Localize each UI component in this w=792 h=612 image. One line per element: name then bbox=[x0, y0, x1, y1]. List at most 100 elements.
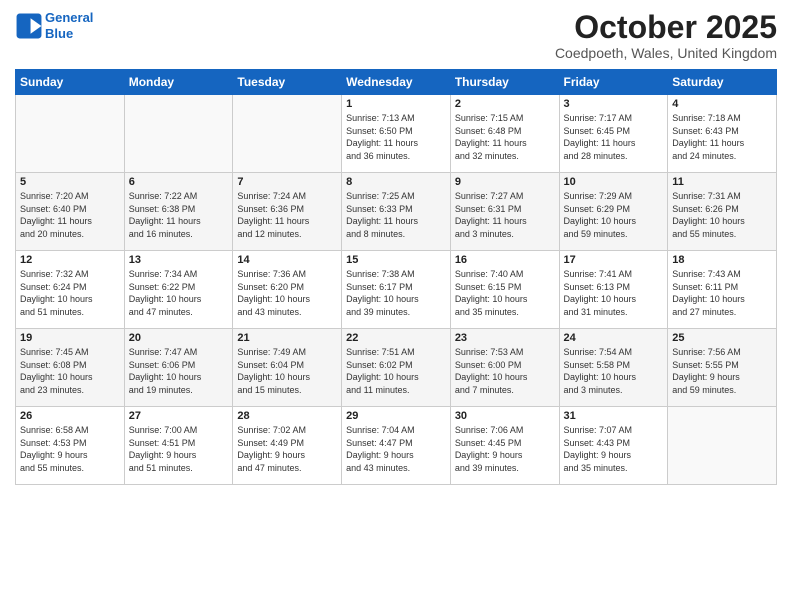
calendar-body: 1 Sunrise: 7:13 AM Sunset: 6:50 PM Daylig… bbox=[16, 95, 777, 485]
calendar-cell: 7Sunrise: 7:24 AM Sunset: 6:36 PM Daylig… bbox=[233, 173, 342, 251]
calendar-cell: 28Sunrise: 7:02 AM Sunset: 4:49 PM Dayli… bbox=[233, 407, 342, 485]
day-info: Sunrise: 7:13 AM Sunset: 6:50 PM Dayligh… bbox=[346, 112, 446, 162]
day-number: 12 bbox=[20, 254, 120, 266]
calendar-cell: 26 Sunrise: 6:58 AM Sunset: 4:53 PM Dayli… bbox=[16, 407, 125, 485]
day-number: 28 bbox=[237, 410, 337, 422]
day-info: Sunrise: 7:41 AM Sunset: 6:13 PM Dayligh… bbox=[564, 268, 664, 318]
day-info: Sunrise: 7:43 AM Sunset: 6:11 PM Dayligh… bbox=[672, 268, 772, 318]
calendar-cell: 23 Sunrise: 7:53 AM Sunset: 6:00 PM Dayli… bbox=[450, 329, 559, 407]
calendar-cell: 4 Sunrise: 7:18 AM Sunset: 6:43 PM Daylig… bbox=[668, 95, 777, 173]
day-number: 9 bbox=[455, 176, 555, 188]
day-info: Sunrise: 7:49 AM Sunset: 6:04 PM Dayligh… bbox=[237, 346, 337, 396]
logo: General Blue bbox=[15, 10, 93, 41]
calendar-week-0: 1 Sunrise: 7:13 AM Sunset: 6:50 PM Daylig… bbox=[16, 95, 777, 173]
day-number: 25 bbox=[672, 332, 772, 344]
header-row: Sunday Monday Tuesday Wednesday Thursday… bbox=[16, 70, 777, 95]
day-info: Sunrise: 7:04 AM Sunset: 4:47 PM Dayligh… bbox=[346, 424, 446, 474]
header-friday: Friday bbox=[559, 70, 668, 95]
calendar-cell: 5Sunrise: 7:20 AM Sunset: 6:40 PM Daylig… bbox=[16, 173, 125, 251]
calendar-cell: 30 Sunrise: 7:06 AM Sunset: 4:45 PM Dayli… bbox=[450, 407, 559, 485]
calendar-cell: 11Sunrise: 7:31 AM Sunset: 6:26 PM Dayli… bbox=[668, 173, 777, 251]
calendar-cell: 20Sunrise: 7:47 AM Sunset: 6:06 PM Dayli… bbox=[124, 329, 233, 407]
day-number: 1 bbox=[346, 98, 446, 110]
day-info: Sunrise: 6:58 AM Sunset: 4:53 PM Dayligh… bbox=[20, 424, 120, 474]
calendar-cell bbox=[668, 407, 777, 485]
day-number: 14 bbox=[237, 254, 337, 266]
calendar-week-3: 19 Sunrise: 7:45 AM Sunset: 6:08 PM Dayli… bbox=[16, 329, 777, 407]
day-number: 8 bbox=[346, 176, 446, 188]
day-info: Sunrise: 7:25 AM Sunset: 6:33 PM Dayligh… bbox=[346, 190, 446, 240]
title-area: October 2025 Coedpoeth, Wales, United Ki… bbox=[555, 10, 777, 61]
day-info: Sunrise: 7:15 AM Sunset: 6:48 PM Dayligh… bbox=[455, 112, 555, 162]
day-info: Sunrise: 7:54 AM Sunset: 5:58 PM Dayligh… bbox=[564, 346, 664, 396]
day-number: 4 bbox=[672, 98, 772, 110]
logo-icon bbox=[15, 12, 43, 40]
day-info: Sunrise: 7:29 AM Sunset: 6:29 PM Dayligh… bbox=[564, 190, 664, 240]
calendar-cell: 24 Sunrise: 7:54 AM Sunset: 5:58 PM Dayli… bbox=[559, 329, 668, 407]
calendar-cell: 9 Sunrise: 7:27 AM Sunset: 6:31 PM Daylig… bbox=[450, 173, 559, 251]
logo-line2: Blue bbox=[45, 26, 73, 41]
day-info: Sunrise: 7:34 AM Sunset: 6:22 PM Dayligh… bbox=[129, 268, 229, 318]
day-info: Sunrise: 7:53 AM Sunset: 6:00 PM Dayligh… bbox=[455, 346, 555, 396]
day-info: Sunrise: 7:22 AM Sunset: 6:38 PM Dayligh… bbox=[129, 190, 229, 240]
day-info: Sunrise: 7:32 AM Sunset: 6:24 PM Dayligh… bbox=[20, 268, 120, 318]
day-number: 20 bbox=[129, 332, 229, 344]
day-info: Sunrise: 7:51 AM Sunset: 6:02 PM Dayligh… bbox=[346, 346, 446, 396]
day-info: Sunrise: 7:38 AM Sunset: 6:17 PM Dayligh… bbox=[346, 268, 446, 318]
calendar-cell: 14 Sunrise: 7:36 AM Sunset: 6:20 PM Dayli… bbox=[233, 251, 342, 329]
day-number: 24 bbox=[564, 332, 664, 344]
day-number: 21 bbox=[237, 332, 337, 344]
header-sunday: Sunday bbox=[16, 70, 125, 95]
day-info: Sunrise: 7:31 AM Sunset: 6:26 PM Dayligh… bbox=[672, 190, 772, 240]
calendar-cell: 2 Sunrise: 7:15 AM Sunset: 6:48 PM Daylig… bbox=[450, 95, 559, 173]
calendar-cell: 21 Sunrise: 7:49 AM Sunset: 6:04 PM Dayli… bbox=[233, 329, 342, 407]
day-number: 31 bbox=[564, 410, 664, 422]
day-info: Sunrise: 7:56 AM Sunset: 5:55 PM Dayligh… bbox=[672, 346, 772, 396]
calendar-week-4: 26 Sunrise: 6:58 AM Sunset: 4:53 PM Dayli… bbox=[16, 407, 777, 485]
header-tuesday: Tuesday bbox=[233, 70, 342, 95]
day-info: Sunrise: 7:27 AM Sunset: 6:31 PM Dayligh… bbox=[455, 190, 555, 240]
day-number: 13 bbox=[129, 254, 229, 266]
day-info: Sunrise: 7:07 AM Sunset: 4:43 PM Dayligh… bbox=[564, 424, 664, 474]
calendar-cell: 12 Sunrise: 7:32 AM Sunset: 6:24 PM Dayli… bbox=[16, 251, 125, 329]
day-number: 30 bbox=[455, 410, 555, 422]
page-container: General Blue October 2025 Coedpoeth, Wal… bbox=[0, 0, 792, 495]
day-info: Sunrise: 7:00 AM Sunset: 4:51 PM Dayligh… bbox=[129, 424, 229, 474]
day-info: Sunrise: 7:18 AM Sunset: 6:43 PM Dayligh… bbox=[672, 112, 772, 162]
calendar-cell: 3 Sunrise: 7:17 AM Sunset: 6:45 PM Daylig… bbox=[559, 95, 668, 173]
day-info: Sunrise: 7:36 AM Sunset: 6:20 PM Dayligh… bbox=[237, 268, 337, 318]
day-number: 15 bbox=[346, 254, 446, 266]
day-number: 29 bbox=[346, 410, 446, 422]
calendar-cell bbox=[124, 95, 233, 173]
day-number: 3 bbox=[564, 98, 664, 110]
logo-text: General Blue bbox=[45, 10, 93, 41]
calendar-header: Sunday Monday Tuesday Wednesday Thursday… bbox=[16, 70, 777, 95]
day-number: 19 bbox=[20, 332, 120, 344]
calendar-cell: 25 Sunrise: 7:56 AM Sunset: 5:55 PM Dayli… bbox=[668, 329, 777, 407]
location-title: Coedpoeth, Wales, United Kingdom bbox=[555, 45, 777, 61]
calendar-cell: 31 Sunrise: 7:07 AM Sunset: 4:43 PM Dayli… bbox=[559, 407, 668, 485]
calendar-cell: 16Sunrise: 7:40 AM Sunset: 6:15 PM Dayli… bbox=[450, 251, 559, 329]
calendar-cell: 22 Sunrise: 7:51 AM Sunset: 6:02 PM Dayli… bbox=[342, 329, 451, 407]
day-number: 22 bbox=[346, 332, 446, 344]
day-info: Sunrise: 7:20 AM Sunset: 6:40 PM Dayligh… bbox=[20, 190, 120, 240]
header-saturday: Saturday bbox=[668, 70, 777, 95]
calendar-cell bbox=[233, 95, 342, 173]
calendar-week-1: 5Sunrise: 7:20 AM Sunset: 6:40 PM Daylig… bbox=[16, 173, 777, 251]
day-info: Sunrise: 7:45 AM Sunset: 6:08 PM Dayligh… bbox=[20, 346, 120, 396]
day-number: 2 bbox=[455, 98, 555, 110]
day-number: 23 bbox=[455, 332, 555, 344]
calendar-cell: 13 Sunrise: 7:34 AM Sunset: 6:22 PM Dayli… bbox=[124, 251, 233, 329]
day-info: Sunrise: 7:17 AM Sunset: 6:45 PM Dayligh… bbox=[564, 112, 664, 162]
header-thursday: Thursday bbox=[450, 70, 559, 95]
day-number: 26 bbox=[20, 410, 120, 422]
calendar-cell: 19 Sunrise: 7:45 AM Sunset: 6:08 PM Dayli… bbox=[16, 329, 125, 407]
day-info: Sunrise: 7:40 AM Sunset: 6:15 PM Dayligh… bbox=[455, 268, 555, 318]
calendar-cell: 27Sunrise: 7:00 AM Sunset: 4:51 PM Dayli… bbox=[124, 407, 233, 485]
day-number: 10 bbox=[564, 176, 664, 188]
month-title: October 2025 bbox=[555, 10, 777, 45]
calendar-cell: 17Sunrise: 7:41 AM Sunset: 6:13 PM Dayli… bbox=[559, 251, 668, 329]
day-info: Sunrise: 7:06 AM Sunset: 4:45 PM Dayligh… bbox=[455, 424, 555, 474]
calendar-table: Sunday Monday Tuesday Wednesday Thursday… bbox=[15, 69, 777, 485]
calendar-cell: 29 Sunrise: 7:04 AM Sunset: 4:47 PM Dayli… bbox=[342, 407, 451, 485]
